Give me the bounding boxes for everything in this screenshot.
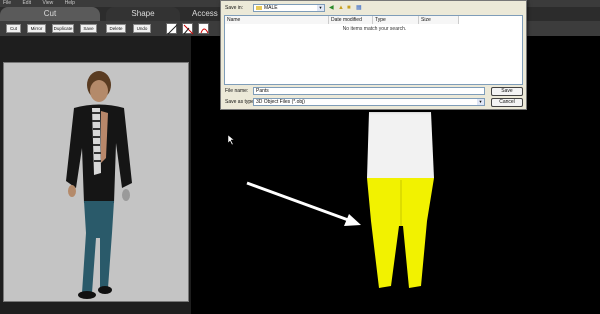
chevron-down-icon: ▼ [477, 99, 484, 105]
duplicate-button[interactable]: Duplicate [52, 24, 74, 33]
empty-message: No items match your search. [342, 26, 407, 32]
cut-button[interactable]: Cut [6, 24, 21, 33]
cut-line-icon[interactable] [182, 23, 194, 35]
save-button[interactable]: Save [80, 24, 97, 33]
menu-view[interactable]: View [42, 0, 53, 6]
filename-value: Pants [256, 88, 269, 94]
column-date-modified[interactable]: Date modified [329, 16, 373, 24]
column-type[interactable]: Type [373, 16, 419, 24]
view-menu-icon[interactable]: ▦ [356, 5, 362, 11]
filename-label: File name: [225, 88, 249, 94]
menu-edit[interactable]: Edit [22, 0, 31, 6]
save-dialog: Save in: MALE ▼ ◀ ▲ ■ ▦ Name Date modifi… [220, 0, 527, 110]
model-preview-viewport[interactable] [3, 62, 189, 302]
left-panel [0, 36, 191, 314]
draw-line-icon[interactable] [166, 23, 178, 35]
delete-button[interactable]: Delete [106, 24, 126, 33]
column-size[interactable]: Size [419, 16, 459, 24]
menu-file[interactable]: File [3, 0, 11, 6]
new-folder-icon[interactable]: ■ [347, 5, 351, 11]
dialog-cancel-button[interactable]: Cancel [491, 98, 523, 107]
save-in-dropdown[interactable]: MALE ▼ [253, 4, 325, 12]
tab-shape[interactable]: Shape [106, 7, 180, 21]
dialog-save-button[interactable]: Save [491, 87, 523, 96]
save-in-value: MALE [264, 5, 278, 11]
tab-cut[interactable]: Cut [0, 7, 100, 21]
mirror-button[interactable]: Mirror [27, 24, 46, 33]
curve-icon[interactable] [198, 23, 209, 34]
folder-icon [256, 5, 262, 10]
savetype-label: Save as type: [225, 99, 256, 105]
up-folder-icon[interactable]: ▲ [338, 5, 344, 11]
file-list[interactable]: Name Date modified Type Size No items ma… [224, 15, 523, 85]
back-icon[interactable]: ◀ [329, 5, 334, 11]
menu-help[interactable]: Help [65, 0, 75, 6]
save-in-label: Save in: [225, 5, 244, 11]
filename-input[interactable]: Pants [253, 87, 485, 95]
pointer-arrow [246, 181, 352, 223]
savetype-dropdown[interactable]: 3D Object Files (*.obj) ▼ [253, 98, 485, 106]
chevron-down-icon: ▼ [317, 5, 324, 11]
column-name[interactable]: Name [225, 16, 329, 24]
clothed-figure-render [66, 71, 132, 299]
undo-button[interactable]: Undo [133, 24, 151, 33]
savetype-value: 3D Object Files (*.obj) [256, 99, 305, 105]
